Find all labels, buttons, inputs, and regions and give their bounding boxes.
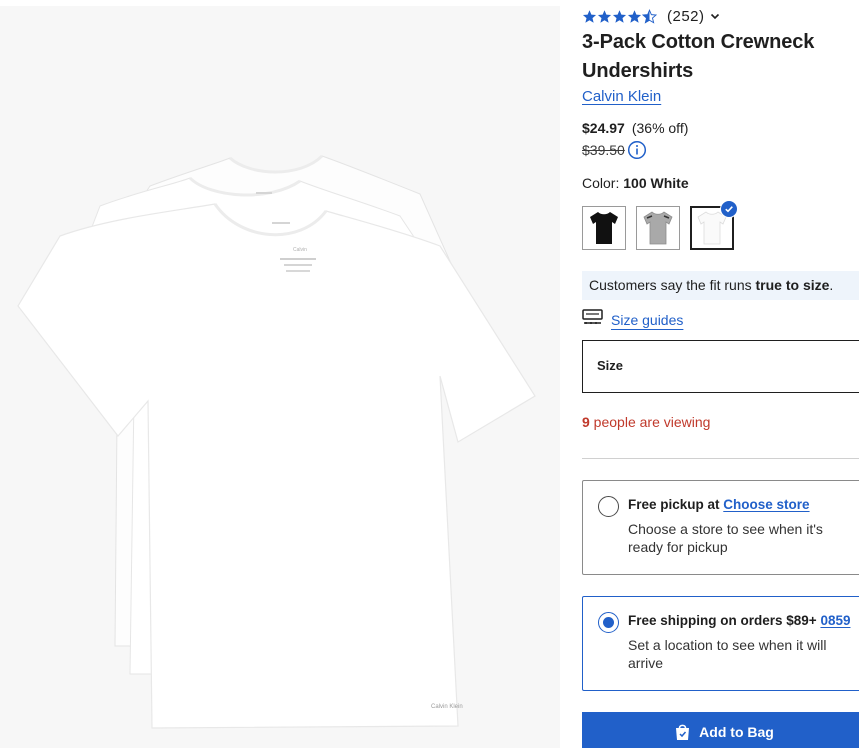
pickup-title-text: Free pickup at [628, 497, 724, 512]
color-label-text: Color: [582, 175, 620, 191]
size-select-label: Size [597, 358, 624, 373]
original-price: $39.50 [582, 142, 625, 158]
grey-tshirt-icon [643, 211, 673, 245]
viewing-text: people are viewing [589, 414, 711, 430]
fit-emphasis: true to size [755, 277, 830, 293]
viewing-count: 9 [582, 414, 590, 430]
star-icon [627, 9, 642, 23]
price-row: $24.97 (36% off) [582, 120, 688, 136]
info-icon[interactable] [627, 140, 647, 160]
product-image[interactable]: Calvin Calvin Klein [0, 6, 560, 748]
pickup-radio[interactable] [598, 496, 619, 517]
pickup-desc: Choose a store to see when it's ready fo… [628, 521, 823, 555]
product-info: (252) 3-Pack Cotton Crewneck Undershirts… [582, 0, 859, 748]
brand-link[interactable]: Calvin Klein [582, 88, 661, 105]
chevron-down-icon[interactable] [709, 10, 721, 22]
check-icon [720, 200, 738, 218]
shopping-bag-icon [675, 723, 690, 741]
star-icon [582, 9, 597, 23]
choose-store-link[interactable]: Choose store [723, 497, 809, 512]
swatch-black[interactable] [582, 206, 626, 250]
ruler-icon [582, 308, 603, 331]
divider [582, 458, 859, 459]
shipping-option[interactable]: Free shipping on orders $89+ 0859 Set a … [582, 596, 859, 691]
fit-suffix: . [829, 277, 834, 293]
shipping-title-text: Free shipping on orders $89+ [628, 613, 821, 628]
current-price: $24.97 [582, 120, 625, 136]
star-icon [612, 9, 627, 23]
color-value: 100 White [623, 175, 689, 191]
fit-prefix: Customers say the fit runs [589, 277, 756, 293]
swatch-grey[interactable] [636, 206, 680, 250]
viewing-notice: 9 people are viewing [582, 414, 710, 430]
add-to-bag-label: Add to Bag [699, 724, 774, 740]
neck-print: Calvin [293, 247, 307, 253]
rating-row[interactable]: (252) [582, 6, 721, 26]
add-to-bag-button[interactable]: Add to Bag [582, 712, 859, 748]
black-tshirt-icon [590, 212, 618, 244]
shipping-title: Free shipping on orders $89+ 0859 [628, 613, 850, 628]
star-icon [597, 9, 612, 23]
half-star-icon [642, 8, 657, 24]
size-guides-link[interactable]: Size guides [582, 308, 683, 331]
color-swatches [582, 200, 738, 250]
hem-logo: Calvin Klein [431, 704, 463, 710]
pickup-title: Free pickup at Choose store [628, 497, 810, 512]
original-price-row: $39.50 [582, 140, 647, 160]
size-guides-label[interactable]: Size guides [611, 312, 683, 328]
shipping-radio[interactable] [598, 612, 619, 633]
product-title: 3-Pack Cotton Crewneck Undershirts [582, 31, 815, 82]
shipping-desc: Set a location to see when it will arriv… [628, 637, 827, 671]
color-label: Color: 100 White [582, 175, 689, 191]
pickup-option[interactable]: Free pickup at Choose store Choose a sto… [582, 480, 859, 575]
size-select[interactable]: Size [582, 340, 859, 393]
swatch-white[interactable] [690, 200, 738, 250]
rating-count[interactable]: (252) [667, 8, 705, 25]
zip-code-link[interactable]: 0859 [820, 613, 850, 628]
fit-note: Customers say the fit runs true to size. [582, 271, 859, 300]
discount-percent: (36% off) [631, 120, 689, 136]
rating-stars [582, 8, 657, 24]
undershirts-photo: Calvin Calvin Klein [17, 154, 536, 729]
